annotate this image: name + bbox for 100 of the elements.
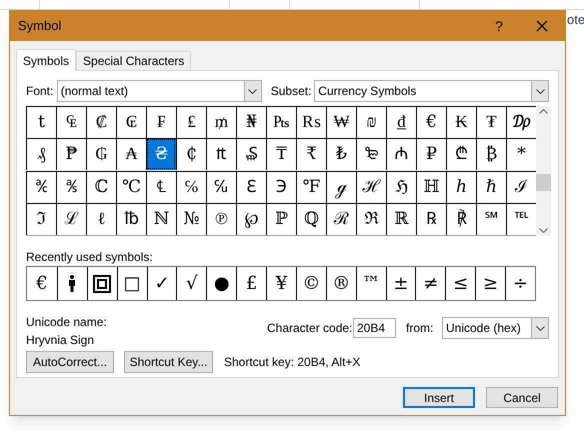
window-title: Symbol [18,17,62,36]
symbol-cell[interactable]: ₲ [86,138,116,170]
symbol-cell[interactable]: ℝ [386,202,416,235]
symbol-cell[interactable]: ℠ [476,202,506,235]
symbol-cell[interactable]: ₡ [86,106,116,138]
caret-icon [531,318,548,338]
symbol-cell[interactable]: ℜ [356,202,386,235]
caret-icon [244,81,261,101]
symbol-cell[interactable]: * [506,138,536,170]
symbol-cell[interactable]: ℟ [446,202,476,235]
symbol-cell[interactable]: ₽ [416,138,446,170]
symbol-cell[interactable]: ℐ [506,170,536,202]
caret-icon [531,81,548,101]
symbol-cell[interactable]: ₧ [266,106,296,138]
symbol-cell[interactable]: ₯ [506,106,536,138]
autocorrect-button[interactable]: AutoCorrect... [26,351,114,373]
symbol-cell[interactable]: ℑ [26,202,56,235]
symbol-cell[interactable]: ₩ [326,106,356,138]
symbol-cell[interactable]: ℅ [176,170,206,202]
symbol-cell[interactable]: ₴ [146,138,176,170]
person-icon [68,274,76,292]
symbol-cell[interactable]: ₿ [476,138,506,170]
symbol-cell[interactable]: ₵ [176,138,206,170]
symbol-cell[interactable]: ₤ [176,106,206,138]
symbol-cell[interactable]: ℎ [446,170,476,202]
subset-dropdown[interactable]: Currency Symbols [314,80,550,102]
unicode-name-label: Unicode name: [26,314,108,331]
symbol-cell[interactable]: ℘ [236,202,266,235]
symbol-cell[interactable]: ₶ [206,138,236,170]
shortcut-key-button[interactable]: Shortcut Key... [124,351,213,373]
symbol-cell[interactable]: ℍ [416,170,446,202]
recent-symbol[interactable]: √ [176,267,206,300]
insert-button[interactable]: Insert [403,387,475,408]
symbol-cell[interactable]: ₻ [356,138,386,170]
recent-symbol[interactable]: ✓ [146,267,176,300]
help-button[interactable]: ? [479,11,519,41]
nested-square-icon [93,274,112,292]
symbol-cell[interactable]: ℔ [116,202,146,235]
scroll-thumb[interactable] [536,174,551,191]
symbol-cell[interactable]: ₢ [116,106,146,138]
symbol-cell[interactable]: № [176,202,206,235]
font-dropdown[interactable]: (normal text) [56,80,262,102]
tab[interactable]: Symbols [16,49,76,71]
symbol-cell[interactable]: ₺ [326,138,356,170]
symbol-cell[interactable]: ℄ [146,170,176,202]
scrollbar[interactable] [536,106,551,236]
symbol-cell[interactable]: ℡ [506,202,536,235]
symbol-cell[interactable]: ℇ [236,170,266,202]
symbol-cell[interactable]: ℈ [266,170,296,202]
symbol-cell[interactable]: ℋ [356,170,386,202]
symbol-cell[interactable]: ₫ [386,106,416,138]
font-label: Font: [26,83,54,100]
symbol-cell[interactable]: ℒ [56,202,86,235]
symbol-cell[interactable]: ₮ [476,106,506,138]
symbol-cell[interactable]: ₼ [386,138,416,170]
symbol-cell[interactable]: ℆ [206,170,236,202]
symbol-cell[interactable]: ℛ [326,202,356,235]
symbol-cell[interactable]: ₰ [26,138,56,170]
symbol-cell[interactable]: ₷ [236,138,266,170]
symbol-cell[interactable]: ℁ [56,170,86,202]
symbol-cell[interactable]: ℃ [116,170,146,202]
symbol-cell[interactable]: ₳ [116,138,146,170]
scroll-up-icon[interactable] [539,109,548,114]
symbol-cell[interactable]: ℚ [296,202,326,235]
symbol-cell[interactable]: ℕ [146,202,176,235]
symbol-cell[interactable]: ℞ [416,202,446,235]
recent-symbol[interactable]: ± [386,267,416,300]
recent-symbol[interactable]: ≠ [415,267,446,300]
symbol-cell[interactable]: € [416,106,446,138]
symbol-cell[interactable]: ℗ [206,202,236,235]
symbol-cell[interactable]: ℀ [26,170,56,202]
close-icon [536,20,548,32]
symbol-cell[interactable]: ℌ [386,170,416,202]
recent-symbols-label: Recently used symbols: [26,249,154,264]
symbol-cell[interactable]: ₪ [356,106,386,138]
symbol-cell[interactable]: ℏ [476,170,506,202]
symbol-cell[interactable]: ₸ [266,138,296,170]
symbol-cell[interactable]: ₱ [56,138,86,170]
scroll-down-icon[interactable] [539,228,548,233]
symbol-cell[interactable]: t [26,106,56,138]
symbol-cell[interactable]: ₦ [236,106,266,138]
subset-label: Subset: [270,83,312,100]
cancel-button[interactable]: Cancel [486,387,558,408]
symbol-cell[interactable]: ℉ [296,170,326,202]
symbol-cell[interactable]: ₠ [56,106,86,138]
from-dropdown[interactable]: Unicode (hex) [442,317,549,339]
symbol-cell[interactable]: ₥ [206,106,236,138]
character-code-field[interactable]: 20B4 [353,318,396,338]
symbol-cell[interactable]: ℙ [266,202,296,235]
tab[interactable]: Special Characters [76,51,192,70]
symbol-cell[interactable]: ℊ [326,170,356,202]
symbol-cell[interactable]: ₣ [146,106,176,138]
symbol-cell[interactable]: ℓ [86,202,116,235]
shortcut-key-text: Shortcut key: 20B4, Alt+X [224,354,360,371]
symbol-cell[interactable]: ₭ [446,106,476,138]
symbol-cell[interactable]: ₹ [296,138,326,170]
symbol-cell[interactable]: ₾ [446,138,476,170]
symbol-cell[interactable]: ₨ [296,106,326,138]
symbol-cell[interactable]: ℂ [86,170,116,202]
from-label: from: [406,320,434,337]
